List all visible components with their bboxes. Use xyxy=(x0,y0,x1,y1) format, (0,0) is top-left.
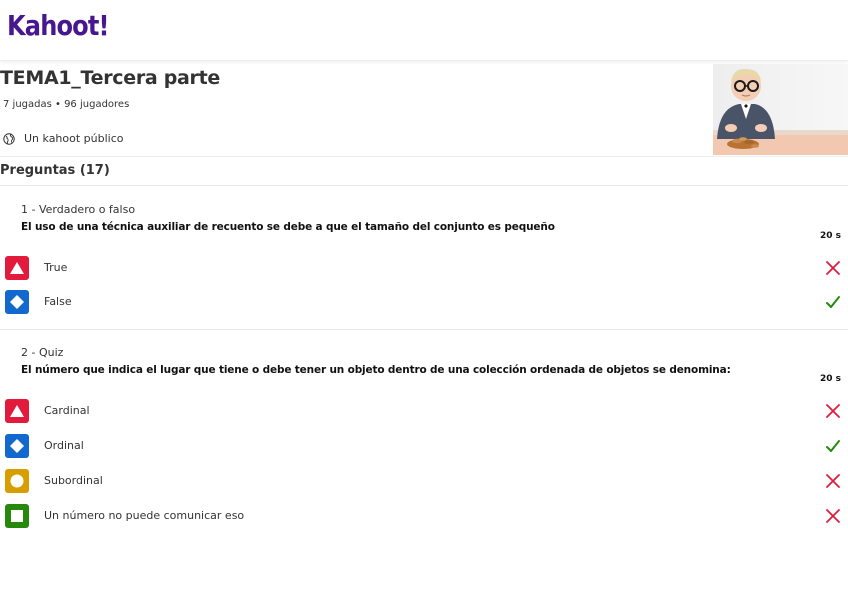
incorrect-icon xyxy=(826,474,840,488)
top-bar: Kahoot! xyxy=(0,0,848,61)
answer-label: Un número no puede comunicar eso xyxy=(44,509,245,522)
answer-row: Subordinal xyxy=(0,469,848,495)
incorrect-icon xyxy=(826,509,840,523)
correct-icon xyxy=(826,440,840,452)
triangle-icon xyxy=(5,399,29,423)
kahoot-summary: TEMA1_Tercera parte 7 jugadas • 96 jugad… xyxy=(0,64,848,156)
question-type: 2 - Quiz xyxy=(21,346,64,359)
visibility-label: Un kahoot público xyxy=(24,132,124,145)
answer-label: True xyxy=(44,261,68,274)
diamond-icon xyxy=(5,434,29,458)
globe-icon xyxy=(3,132,15,145)
circle-icon xyxy=(5,469,29,493)
incorrect-icon xyxy=(826,404,840,418)
answer-row: True xyxy=(0,256,848,282)
answer-row: False xyxy=(0,290,848,316)
cover-image xyxy=(713,64,848,155)
question-divider xyxy=(0,329,848,330)
answer-label: False xyxy=(44,295,72,308)
diamond-icon xyxy=(5,290,29,314)
question-type: 1 - Verdadero o falso xyxy=(21,203,136,216)
answer-row: Un número no puede comunicar eso xyxy=(0,504,848,530)
questions-heading: Preguntas (17) xyxy=(0,163,110,178)
kahoot-title: TEMA1_Tercera parte xyxy=(0,67,220,89)
answer-label: Subordinal xyxy=(44,474,103,487)
question-text: El uso de una técnica auxiliar de recuen… xyxy=(21,221,555,233)
answer-label: Ordinal xyxy=(44,439,84,452)
triangle-icon xyxy=(5,256,29,280)
question-time-limit: 20 s xyxy=(819,374,841,384)
section-divider xyxy=(0,156,848,157)
incorrect-icon xyxy=(826,261,840,275)
answer-label: Cardinal xyxy=(44,404,90,417)
visibility-indicator: Un kahoot público xyxy=(3,132,124,145)
answer-row: Ordinal xyxy=(0,434,848,460)
correct-icon xyxy=(826,296,840,308)
square-icon xyxy=(5,504,29,528)
kahoot-logo[interactable]: Kahoot! xyxy=(7,9,109,43)
question-divider xyxy=(0,185,848,186)
question-text: El número que indica el lugar que tiene … xyxy=(21,364,731,376)
answer-row: Cardinal xyxy=(0,399,848,425)
kahoot-stats: 7 jugadas • 96 jugadores xyxy=(3,99,130,110)
question-time-limit: 20 s xyxy=(819,231,841,241)
